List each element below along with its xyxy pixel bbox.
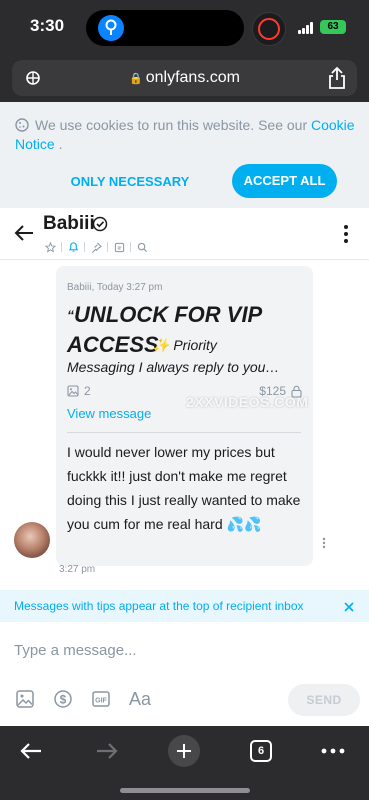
svg-text:$: $ — [60, 693, 67, 707]
bell-icon[interactable] — [66, 240, 80, 254]
gif-icon[interactable]: GIF — [91, 689, 111, 709]
gallery-icon[interactable] — [112, 240, 126, 254]
verified-icon — [92, 216, 108, 237]
more-options-icon[interactable] — [343, 224, 349, 249]
cookie-text: We use cookies to run this website. See … — [15, 117, 355, 152]
message-composer: $ GIF Aa SEND — [0, 622, 369, 726]
chat-title[interactable]: Babiii — [43, 213, 95, 235]
tabs-icon[interactable]: 6 — [250, 740, 272, 762]
image-upload-icon[interactable] — [15, 689, 35, 709]
chat-messages[interactable]: Babiii, Today 3:27 pm “UNLOCK FOR VIP AC… — [0, 260, 369, 590]
watermark: 2XXVIDEOS.COM — [186, 394, 309, 410]
address-bar[interactable]: 🔒 onlyfans.com — [12, 60, 357, 96]
browser-address-area: 🔒 onlyfans.com — [0, 56, 369, 102]
status-time: 3:30 — [30, 16, 65, 35]
search-icon[interactable] — [135, 240, 149, 254]
browser-more-icon[interactable] — [318, 736, 348, 766]
back-arrow-icon[interactable] — [14, 224, 34, 247]
cookie-banner: We use cookies to run this website. See … — [0, 102, 369, 221]
only-necessary-cookies-button[interactable]: ONLY NECESSARY COOKIES — [40, 166, 220, 221]
avatar[interactable] — [14, 522, 50, 558]
lock-icon: 🔒 — [129, 73, 143, 85]
chat-header-actions — [43, 240, 153, 254]
screen-recording-icon — [252, 12, 286, 46]
pin-icon[interactable] — [89, 240, 103, 254]
new-tab-icon[interactable] — [168, 735, 200, 767]
message-meta: Babiii, Today 3:27 pm — [67, 282, 163, 293]
message-options-icon[interactable] — [322, 536, 326, 554]
browser-forward-icon[interactable] — [92, 736, 122, 766]
message-subtitle: ✨ Priority Messaging I always reply to yo… — [67, 337, 280, 375]
activity-icon — [98, 15, 124, 41]
home-indicator — [120, 788, 250, 793]
tips-notice-text: Messages with tips appear at the top of … — [14, 599, 304, 613]
close-icon[interactable] — [343, 600, 355, 618]
svg-text:GIF: GIF — [95, 698, 107, 705]
battery-icon: 63 — [320, 20, 346, 34]
star-icon[interactable] — [43, 240, 57, 254]
composer-tools: $ GIF Aa — [15, 688, 169, 710]
message-body: I would never lower my prices but fuckkk… — [67, 444, 301, 532]
url-text[interactable]: 🔒 onlyfans.com — [12, 69, 357, 87]
accept-all-button[interactable]: ACCEPT ALL — [232, 164, 337, 198]
browser-toolbar: 6 — [0, 726, 369, 800]
share-icon[interactable] — [327, 66, 347, 95]
bubble-divider — [67, 432, 301, 433]
message-bubble[interactable]: Babiii, Today 3:27 pm “UNLOCK FOR VIP AC… — [56, 266, 313, 566]
message-time: 3:27 pm — [59, 564, 96, 575]
image-icon — [67, 385, 79, 397]
media-count: 2 — [67, 384, 91, 398]
status-bar: 3:30 63 — [0, 0, 369, 56]
tip-dollar-icon[interactable]: $ — [53, 689, 73, 709]
message-input[interactable] — [14, 638, 354, 662]
view-message-link[interactable]: View message — [67, 406, 151, 421]
tips-notice: Messages with tips appear at the top of … — [0, 590, 369, 622]
browser-back-icon[interactable] — [16, 736, 46, 766]
dynamic-island — [86, 10, 244, 46]
chat-header: Babiii — [0, 208, 369, 260]
signal-icon — [298, 22, 316, 34]
text-format-icon[interactable]: Aa — [129, 689, 151, 710]
send-button[interactable]: SEND — [288, 684, 360, 716]
